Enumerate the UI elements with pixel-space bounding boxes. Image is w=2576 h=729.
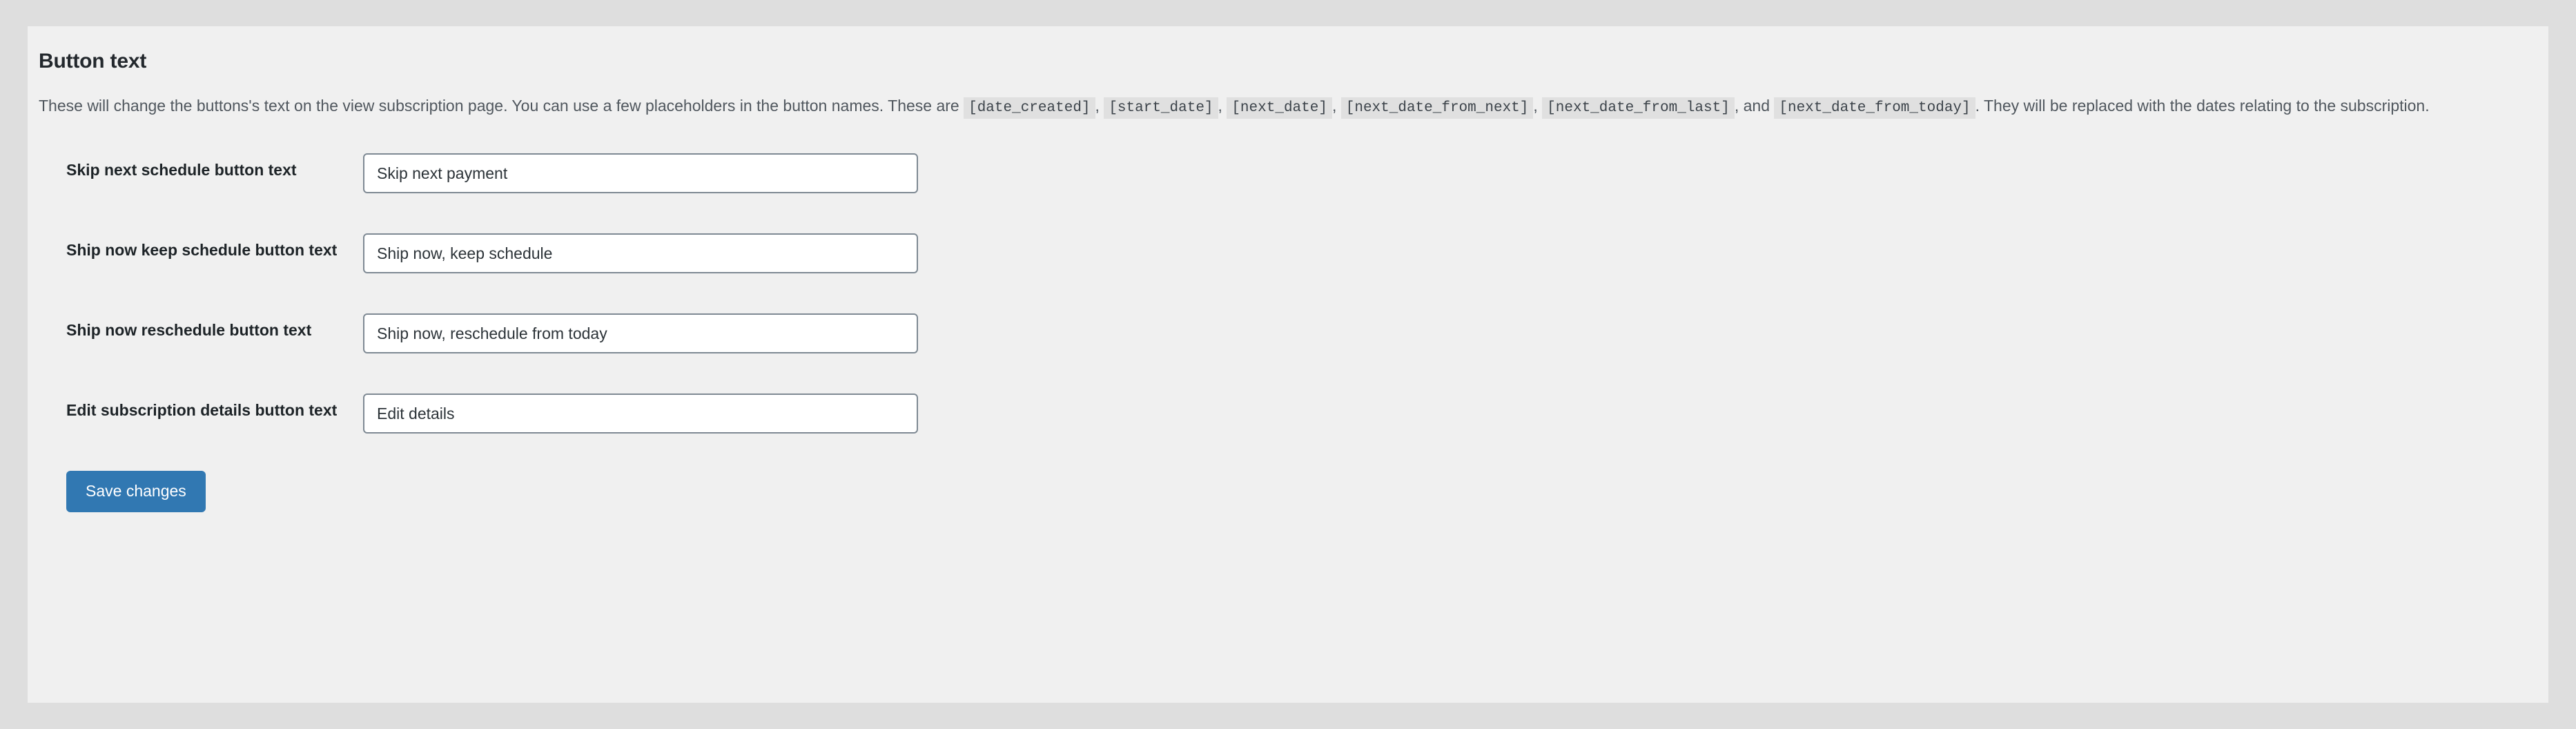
page-title: Button text (39, 50, 147, 72)
placeholder-token-next-date-from-today: [next_date_from_today] (1774, 97, 1975, 119)
placeholder-token-start-date: [start_date] (1104, 97, 1218, 119)
description-separator-2: , (1218, 97, 1222, 115)
edit-subscription-details-button-text-input[interactable] (363, 393, 918, 434)
field-control-ship-now-reschedule (363, 313, 918, 353)
placeholder-token-date-created: [date_created] (964, 97, 1095, 119)
description-separator-4: , (1533, 97, 1538, 115)
description-separator-1: , (1095, 97, 1100, 115)
form-submit-area: Save changes (39, 471, 2522, 512)
field-row-skip-next-schedule: Skip next schedule button text (39, 153, 2522, 193)
settings-fields: Skip next schedule button text Ship now … (39, 153, 2522, 434)
description-conjunction: , and (1734, 97, 1770, 115)
placeholder-token-next-date: [next_date] (1227, 97, 1332, 119)
field-label-skip-next-schedule: Skip next schedule button text (66, 161, 297, 179)
placeholder-token-next-date-from-last: [next_date_from_last] (1542, 97, 1735, 119)
field-row-ship-now-reschedule: Ship now reschedule button text (39, 313, 2522, 353)
field-label-edit-subscription-details: Edit subscription details button text (66, 401, 338, 419)
field-row-ship-now-keep-schedule: Ship now keep schedule button text (39, 233, 2522, 273)
description-separator-3: , (1331, 97, 1337, 115)
field-control-skip-next-schedule (363, 153, 918, 193)
field-label-ship-now-reschedule: Ship now reschedule button text (66, 321, 312, 339)
field-control-edit-subscription-details (363, 393, 918, 434)
description-trailing-text: . They will be replaced with the dates r… (1975, 97, 2430, 115)
description-lead-text: These will change the buttons's text on … (39, 97, 959, 115)
field-control-ship-now-keep-schedule (363, 233, 918, 273)
settings-card: Button text These will change the button… (28, 26, 2548, 703)
placeholder-token-next-date-from-next: [next_date_from_next] (1340, 97, 1534, 119)
ship-now-keep-schedule-button-text-input[interactable] (363, 233, 918, 273)
save-changes-button[interactable]: Save changes (66, 471, 206, 512)
section-description: These will change the buttons's text on … (39, 93, 2522, 122)
field-row-edit-subscription-details: Edit subscription details button text (39, 393, 2522, 434)
skip-next-schedule-button-text-input[interactable] (363, 153, 918, 193)
settings-card-inner: Button text These will change the button… (28, 26, 2548, 512)
ship-now-reschedule-button-text-input[interactable] (363, 313, 918, 353)
field-label-ship-now-keep-schedule: Ship now keep schedule button text (66, 241, 338, 259)
